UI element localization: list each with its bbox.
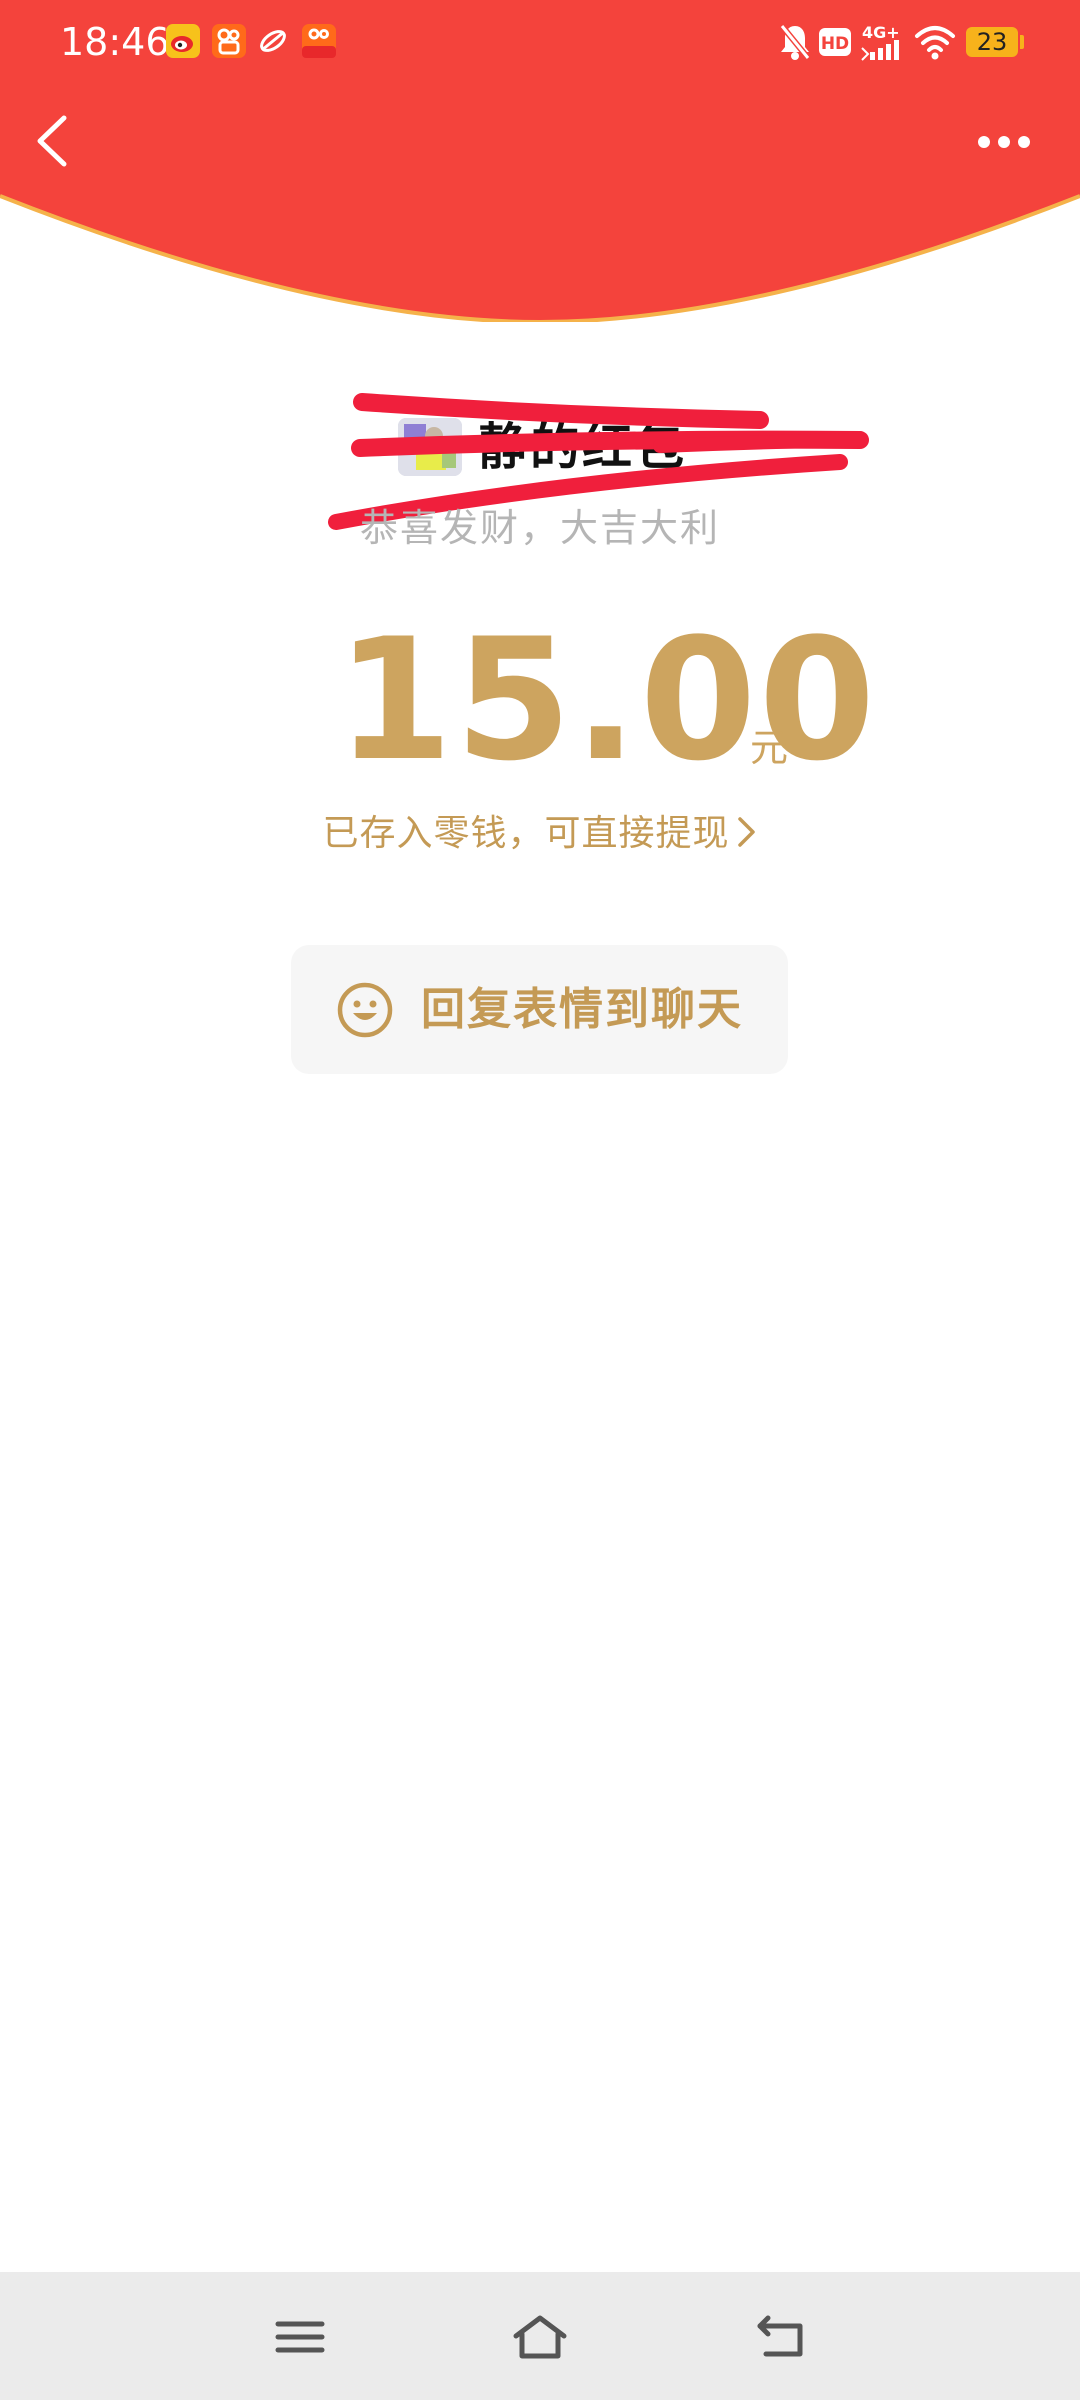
hd-icon: HD (819, 28, 851, 56)
sender-name: 静的红包 (478, 418, 686, 476)
more-options-button[interactable] (976, 120, 1032, 164)
reply-sticker-button[interactable]: 回复表情到聊天 (291, 945, 788, 1074)
kuaishou-icon (212, 24, 246, 58)
deposit-text: 已存入零钱，可直接提现 (322, 813, 730, 854)
battery-tip (1020, 35, 1024, 49)
red-packet-detail-page: 18:46 HD 4G+ 23 静的红包 恭喜发财，大吉大利 15.00 元 已… (0, 0, 1080, 2400)
amount-row: 15.00 元 (0, 615, 1080, 785)
system-nav-bar (0, 2272, 1080, 2400)
battery-level: 23 (976, 28, 1008, 56)
reply-label: 回复表情到聊天 (421, 984, 743, 1035)
sender-avatar[interactable] (398, 418, 462, 476)
blessing-text: 恭喜发财，大吉大利 (359, 506, 720, 550)
amount-unit: 元 (750, 726, 789, 770)
back-button[interactable] (24, 108, 76, 174)
deposit-link[interactable]: 已存入零钱，可直接提现 (0, 810, 1080, 858)
home-icon[interactable] (510, 2312, 570, 2362)
kuaishou-lite-icon (302, 24, 336, 58)
status-time: 18:46 (60, 20, 170, 64)
wifi-icon (915, 26, 955, 60)
menu-icon[interactable] (270, 2312, 330, 2362)
svg-text:HD: HD (821, 34, 849, 54)
svg-text:4G+: 4G+ (862, 23, 900, 42)
amount-value: 15.00 (336, 602, 878, 798)
mute-bell-icon (779, 24, 811, 60)
app-swirl-icon (256, 24, 290, 58)
chevron-right-icon (737, 817, 755, 847)
sender-info: 静的红包 (0, 400, 1080, 490)
battery-indicator: 23 (966, 27, 1018, 57)
4g-signal-icon: 4G+ (861, 23, 900, 61)
back-arrow-icon[interactable] (752, 2312, 812, 2362)
smile-icon (337, 982, 393, 1038)
weibo-icon (166, 24, 200, 58)
status-bar: 18:46 HD 4G+ 23 (0, 0, 1080, 84)
